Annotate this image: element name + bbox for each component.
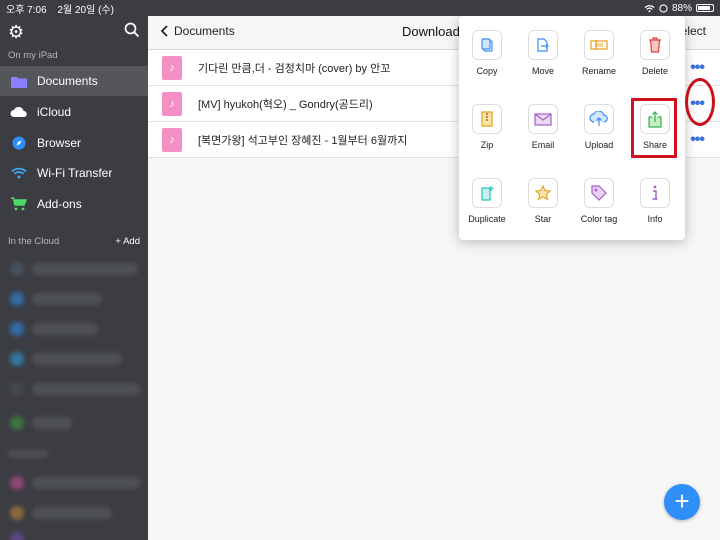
- lock-rotation-icon: [659, 3, 668, 13]
- more-options-button[interactable]: •••: [690, 59, 705, 77]
- file-name: [MV] hyukoh(혁오) _ Gondry(공드리): [198, 98, 373, 111]
- sidebar-item-documents[interactable]: Documents: [0, 66, 148, 96]
- action-label: Zip: [480, 140, 494, 150]
- compass-icon: [10, 136, 28, 150]
- blurred-icon: [10, 382, 24, 396]
- star-icon: [528, 178, 558, 208]
- move-button[interactable]: Move: [515, 30, 571, 90]
- blurred-icon: [10, 322, 24, 336]
- back-button[interactable]: Documents: [160, 24, 235, 38]
- action-label: Delete: [641, 66, 668, 76]
- add-cloud-button[interactable]: + Add: [115, 236, 140, 247]
- blurred-cloud-list: [0, 254, 150, 540]
- blurred-icon: [10, 506, 24, 520]
- sidebar-item-wifi-transfer[interactable]: Wi-Fi Transfer: [0, 158, 148, 188]
- blurred-icon: [10, 416, 24, 430]
- section-in-the-cloud: In the Cloud: [8, 236, 60, 247]
- info-button[interactable]: Info: [627, 178, 683, 238]
- more-button-highlight-circle: [685, 78, 715, 126]
- blurred-row: [32, 417, 72, 429]
- blurred-row: [32, 507, 112, 519]
- chevron-left-icon: [160, 25, 168, 37]
- action-label: Copy: [476, 66, 498, 76]
- blurred-row: [32, 293, 102, 305]
- sidebar-item-add-ons[interactable]: Add-ons: [0, 189, 148, 219]
- action-label: Move: [531, 66, 554, 76]
- gear-icon[interactable]: ⚙: [8, 22, 24, 43]
- search-icon[interactable]: [124, 22, 140, 38]
- add-button[interactable]: +: [664, 484, 700, 520]
- status-time: 오후 7:06: [6, 4, 47, 16]
- file-name: 기다린 만큼,더 - 검정치마 (cover) by 안꼬: [198, 62, 391, 75]
- info-icon: [640, 178, 670, 208]
- copy-icon: [472, 30, 502, 60]
- rename-button[interactable]: Rename: [571, 30, 627, 90]
- star-button[interactable]: Star: [515, 178, 571, 238]
- status-date: 2월 20일 (수): [57, 4, 114, 16]
- blurred-row: [32, 353, 122, 365]
- status-left: 오후 7:06 2월 20일 (수): [6, 1, 122, 16]
- blurred-icon: [10, 532, 24, 540]
- action-label: Duplicate: [468, 214, 506, 224]
- music-file-icon: ♪: [162, 127, 182, 152]
- action-label: Upload: [584, 140, 614, 150]
- blurred-row: [32, 323, 98, 335]
- action-label: Info: [647, 214, 663, 224]
- status-bar: 오후 7:06 2월 20일 (수) 88%: [0, 0, 720, 16]
- wifi-status-icon: [644, 4, 655, 12]
- blurred-icon: [10, 352, 24, 366]
- sidebar-item-label: Documents: [37, 74, 98, 88]
- action-label: Rename: [581, 66, 617, 76]
- copy-button[interactable]: Copy: [459, 30, 515, 90]
- folder-icon: [10, 74, 28, 88]
- battery-fill: [698, 6, 710, 10]
- blurred-row: [32, 383, 140, 395]
- color-tag-button[interactable]: Color tag: [571, 178, 627, 238]
- blurred-row: [8, 450, 48, 458]
- sidebar-header: ⚙: [0, 20, 148, 44]
- blurred-icon: [10, 476, 24, 490]
- tag-icon: [584, 178, 614, 208]
- sidebar-item-label: Wi-Fi Transfer: [37, 166, 113, 180]
- upload-cloud-icon: [584, 104, 614, 134]
- action-label: Color tag: [580, 214, 618, 224]
- email-button[interactable]: Email: [515, 104, 571, 164]
- cloud-icon: [10, 105, 28, 119]
- action-label: Email: [531, 140, 555, 150]
- sidebar-item-browser[interactable]: Browser: [0, 128, 148, 158]
- upload-button[interactable]: Upload: [571, 104, 627, 164]
- mail-icon: [528, 104, 558, 134]
- action-label: Star: [534, 214, 552, 224]
- music-file-icon: ♪: [162, 91, 182, 116]
- file-name: [복면가왕] 석고부인 장혜진 - 1월부터 6월까지: [198, 134, 408, 147]
- status-right: 88%: [644, 3, 714, 14]
- music-file-icon: ♪: [162, 55, 182, 80]
- section-on-my-ipad: On my iPad: [8, 50, 58, 61]
- wifi-icon: [10, 166, 28, 180]
- blurred-icon: [10, 292, 24, 306]
- blurred-row: [32, 263, 138, 275]
- sidebar-item-label: iCloud: [37, 105, 72, 119]
- more-options-button[interactable]: •••: [690, 131, 705, 149]
- back-label: Documents: [174, 24, 235, 38]
- sidebar-item-label: Browser: [37, 136, 82, 150]
- trash-icon: [640, 30, 670, 60]
- cart-icon: [10, 197, 28, 211]
- duplicate-button[interactable]: Duplicate: [459, 178, 515, 238]
- battery-percent: 88%: [671, 2, 692, 14]
- page-title: Download: [402, 24, 460, 39]
- blurred-icon: [10, 262, 24, 276]
- move-icon: [528, 30, 558, 60]
- zip-button[interactable]: Zip: [459, 104, 515, 164]
- duplicate-icon: [472, 178, 502, 208]
- sidebar: ⚙ On my iPad Documents iCloud Browser Wi…: [0, 0, 150, 540]
- share-highlight-box: [631, 98, 677, 158]
- zip-icon: [472, 104, 502, 134]
- sidebar-item-label: Add-ons: [37, 197, 82, 211]
- sidebar-item-icloud[interactable]: iCloud: [0, 97, 148, 127]
- blurred-row: [32, 477, 140, 489]
- battery-icon: [696, 4, 714, 12]
- delete-button[interactable]: Delete: [627, 30, 683, 90]
- rename-icon: [584, 30, 614, 60]
